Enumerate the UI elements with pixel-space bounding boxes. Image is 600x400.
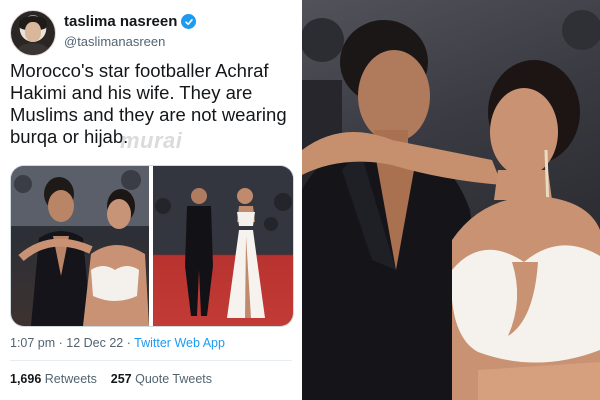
tweet-media[interactable] [10,165,294,327]
quote-tweets-label: Quote Tweets [135,372,213,386]
tweet-text-line: Hakimi and his wife. They are [10,82,253,103]
avatar-face [25,22,41,42]
tweet-card: taslima nasreen @taslimanasreen Morocco'… [0,0,298,400]
watermark: murai [120,128,183,153]
tweet-text-line: Morocco's star footballer Achraf [10,60,269,81]
divider [10,360,292,361]
tweet-timestamp[interactable]: 1:07 pm · 12 Dec 22 · [10,336,131,350]
quote-tweets-count: 257 [110,372,132,386]
retweets-stat[interactable]: 1,696 Retweets [10,372,97,386]
retweets-count: 1,696 [10,372,42,386]
author-name-line[interactable]: taslima nasreen [64,13,197,30]
tweet-source-link[interactable]: Twitter Web App [134,336,225,350]
author-handle[interactable]: @taslimanasreen [64,34,165,49]
large-photo [302,0,600,400]
author-name[interactable]: taslima nasreen [64,13,177,30]
verified-badge-icon [181,14,197,29]
tweet-meta: 1:07 pm · 12 Dec 22 · Twitter Web App [10,336,225,350]
tweet-text-line: Muslims and they are not wearing [10,104,287,125]
tweet-stats: 1,696 Retweets 257 Quote Tweets [10,372,212,386]
quote-tweets-stat[interactable]: 257 Quote Tweets [111,372,212,386]
avatar-body [16,43,50,55]
avatar[interactable] [10,10,56,56]
retweets-label: Retweets [44,372,97,386]
media-photo-1[interactable] [11,166,149,326]
media-photo-2[interactable] [153,166,293,326]
